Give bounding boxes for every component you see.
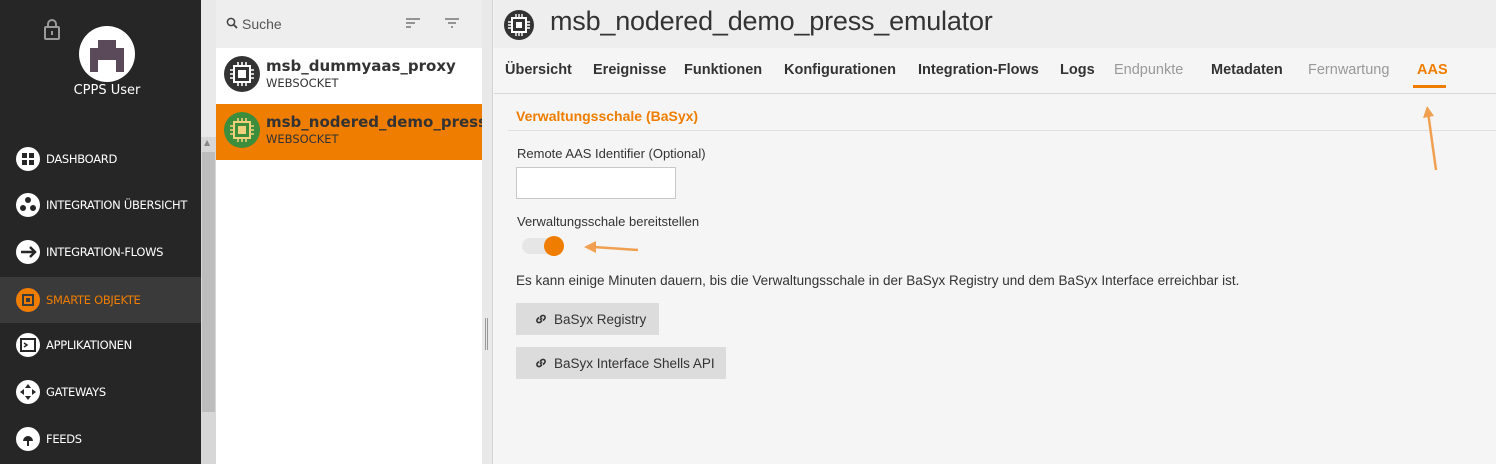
annotation-arrow-left-icon	[584, 241, 639, 253]
remote-aas-identifier-field[interactable]	[516, 167, 676, 199]
basyx-registry-button[interactable]: BaSyx Registry	[516, 303, 659, 335]
filter-icon[interactable]	[444, 16, 460, 30]
tab-logs[interactable]: Logs	[1060, 62, 1095, 78]
sort-icon[interactable]	[405, 16, 421, 30]
nav-item-integration-overview[interactable]: INTEGRATION ÜBERSICHT	[0, 182, 201, 228]
list-item-subtitle: WEBSOCKET	[266, 76, 339, 90]
chip-icon	[504, 10, 534, 40]
gateways-icon	[16, 380, 40, 404]
nav-item-dashboard[interactable]: DASHBOARD	[0, 136, 201, 182]
basyx-registry-button-label: BaSyx Registry	[554, 311, 647, 327]
nav-item-label: APPLIKATIONEN	[46, 338, 132, 352]
toggle-knob	[544, 236, 564, 256]
info-text: Es kann einige Minuten dauern, bis die V…	[516, 273, 1240, 288]
scrollbar-thumb[interactable]	[202, 152, 215, 412]
nav-item-feeds[interactable]: FEEDS	[0, 416, 201, 462]
basyx-shells-api-button[interactable]: BaSyx Interface Shells API	[516, 347, 726, 379]
nav-item-label: INTEGRATION ÜBERSICHT	[46, 198, 188, 212]
feeds-icon	[16, 427, 40, 451]
nav-item-integration-flows[interactable]: INTEGRATION-FLOWS	[0, 229, 201, 275]
nav-item-applications[interactable]: APPLIKATIONEN	[0, 322, 201, 368]
integration-flows-icon	[16, 240, 40, 264]
chip-icon	[224, 56, 260, 92]
annotation-arrow-up-icon	[1423, 106, 1438, 171]
user-avatar[interactable]	[79, 26, 135, 82]
provide-aas-toggle-label: Verwaltungsschale bereitstellen	[517, 214, 700, 229]
page-title: msb_nodered_demo_press_emulator	[550, 6, 993, 36]
link-icon	[536, 358, 546, 368]
nav-item-label: GATEWAYS	[46, 385, 106, 399]
dashboard-icon	[16, 147, 40, 171]
list-item[interactable]: msb_dummyaas_proxy WEBSOCKET	[216, 48, 482, 104]
scroll-up-icon[interactable]: ▲	[204, 138, 210, 147]
panel-resize-handle[interactable]	[485, 318, 488, 350]
basyx-shells-api-button-label: BaSyx Interface Shells API	[554, 355, 715, 371]
user-name: CPPS User	[73, 83, 141, 98]
search-icon	[226, 17, 238, 29]
search-input[interactable]	[242, 14, 392, 34]
nav-item-label: INTEGRATION-FLOWS	[46, 245, 164, 259]
list-item-title: msb_nodered_demo_press_emulator	[266, 113, 482, 131]
tab-integration-flows[interactable]: Integration-Flows	[918, 62, 1039, 78]
list-item-title: msb_dummyaas_proxy	[266, 57, 456, 75]
section-title: Verwaltungsschale (BaSyx)	[516, 108, 699, 124]
tab-remote-maintenance[interactable]: Fernwartung	[1308, 62, 1389, 78]
nav-item-label: SMARTE OBJEKTE	[46, 293, 141, 307]
tab-overview[interactable]: Übersicht	[505, 62, 572, 78]
lock-icon[interactable]	[43, 18, 61, 40]
applications-icon	[16, 333, 40, 357]
tab-aas[interactable]: AAS	[1417, 62, 1448, 78]
smart-objects-icon	[16, 288, 40, 312]
tab-configurations[interactable]: Konfigurationen	[784, 62, 896, 78]
chip-icon	[224, 112, 260, 148]
nav-item-gateways[interactable]: GATEWAYS	[0, 369, 201, 415]
nav-item-smart-objects[interactable]: SMARTE OBJEKTE	[0, 277, 201, 323]
link-icon	[536, 314, 546, 324]
nav-item-label: FEEDS	[46, 432, 82, 446]
section-divider	[508, 130, 1496, 131]
active-tab-indicator	[1413, 85, 1446, 88]
remote-aas-identifier-label: Remote AAS Identifier (Optional)	[517, 146, 706, 161]
tab-events[interactable]: Ereignisse	[593, 62, 666, 78]
nav-item-label: DASHBOARD	[46, 152, 118, 166]
provide-aas-toggle[interactable]	[522, 236, 566, 256]
tab-endpoints[interactable]: Endpunkte	[1114, 62, 1183, 78]
integration-overview-icon	[16, 193, 40, 217]
tab-metadata[interactable]: Metadaten	[1211, 62, 1283, 78]
tab-functions[interactable]: Funktionen	[684, 62, 762, 78]
list-item[interactable]: msb_nodered_demo_press_emulator WEBSOCKE…	[216, 104, 482, 160]
list-item-subtitle: WEBSOCKET	[266, 132, 339, 146]
